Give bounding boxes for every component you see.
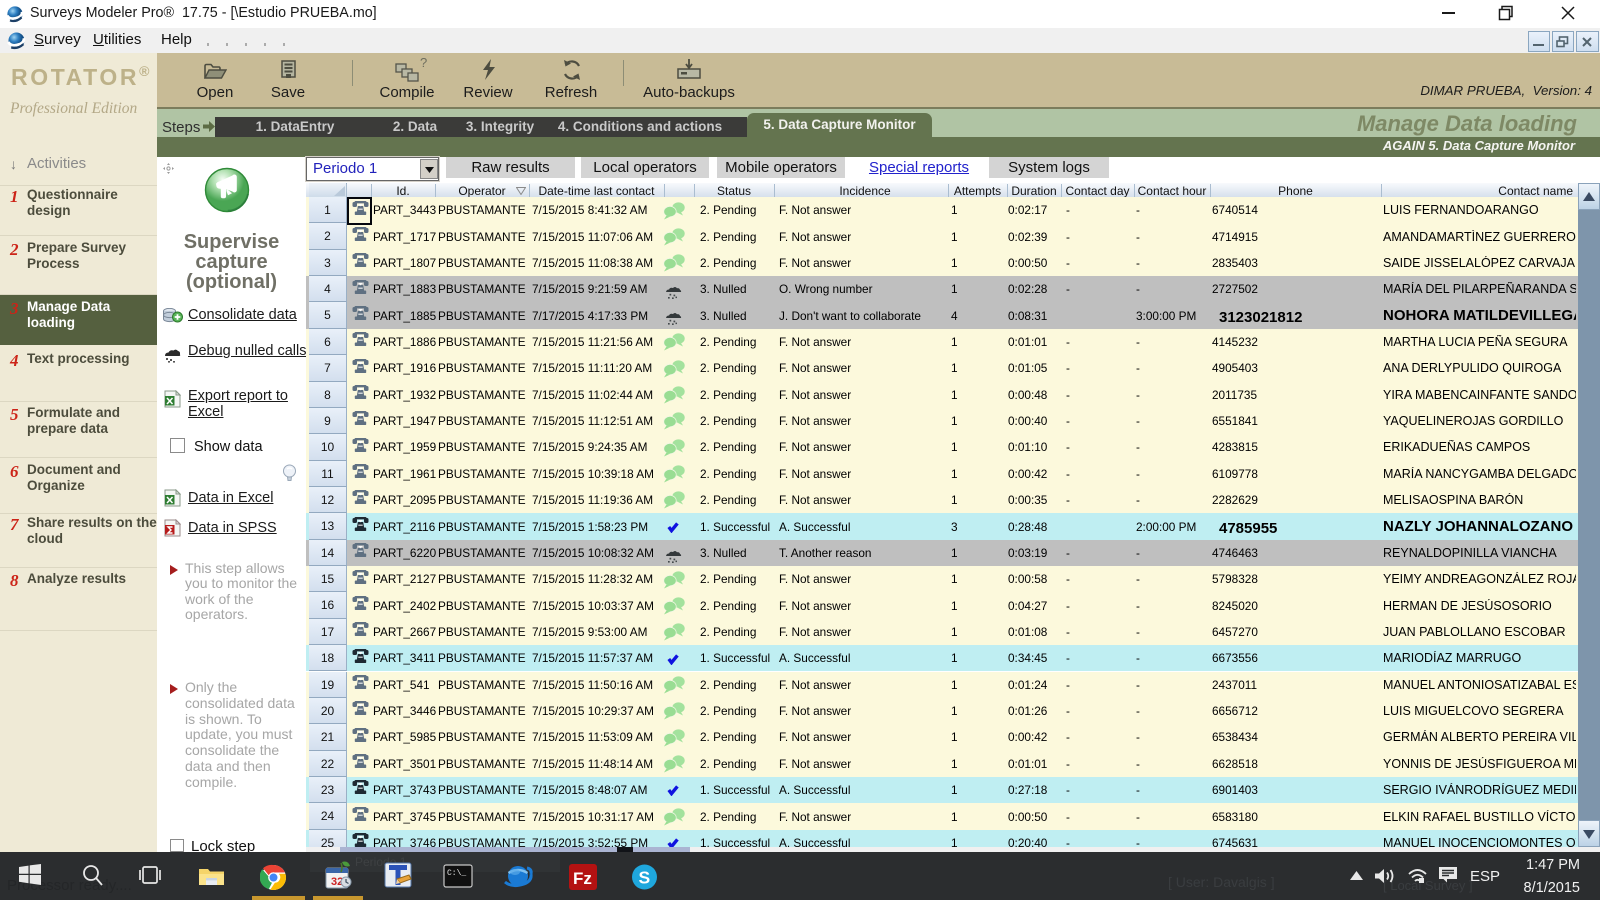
- svg-text:Fz: Fz: [573, 869, 592, 888]
- svg-text:?: ?: [420, 58, 427, 70]
- svg-text:C:\_: C:\_: [447, 869, 466, 878]
- svg-text:S: S: [639, 868, 651, 888]
